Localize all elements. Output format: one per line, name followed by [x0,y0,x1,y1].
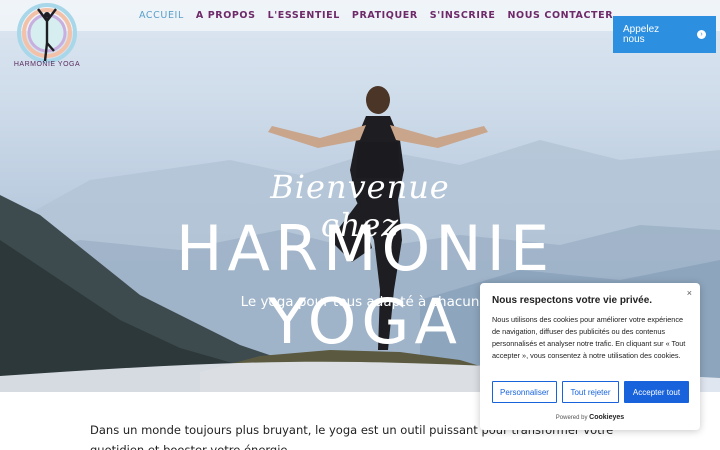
nav-item-inscrire[interactable]: S'INSCRIRE [430,10,496,21]
call-button-label: Appelez nous [623,24,660,45]
reject-all-button[interactable]: Tout rejeter [562,381,619,403]
nav-item-a-propos[interactable]: A PROPOS [196,10,256,21]
hero-subtitle: Le yoga pour tous adapté à chacun [240,294,480,310]
arrow-right-icon: › [697,30,706,39]
nav-item-accueil[interactable]: ACCUEIL [139,10,184,21]
main-nav: ACCUEIL A PROPOS L'ESSENTIEL PRATIQUER S… [139,10,613,21]
cookie-consent-banner: × Nous respectons votre vie privée. Nous… [480,283,700,430]
accept-all-button[interactable]: Accepter tout [624,381,689,403]
cookie-powered-by: Powered by Cookieyes [480,414,700,421]
nav-item-contact[interactable]: NOUS CONTACTER [508,10,614,21]
powered-by-label: Powered by [555,415,588,421]
logo-yoga-icon [17,3,77,63]
logo[interactable]: HARMONIE YOGA [12,3,82,71]
cookie-description: Nous utilisons des cookies pour améliore… [492,315,686,360]
customize-button[interactable]: Personnaliser [492,381,557,403]
cookie-title: Nous respectons votre vie privée. [492,295,653,306]
cookie-actions: Personnaliser Tout rejeter Accepter tout [492,381,689,403]
cookieyes-logo[interactable]: Cookieyes [589,414,624,421]
call-button[interactable]: Appelez nous › [613,16,716,53]
nav-item-pratiquer[interactable]: PRATIQUER [352,10,418,21]
nav-item-essentiel[interactable]: L'ESSENTIEL [268,10,340,21]
close-icon[interactable]: × [687,288,692,298]
logo-text: HARMONIE YOGA [13,61,81,68]
